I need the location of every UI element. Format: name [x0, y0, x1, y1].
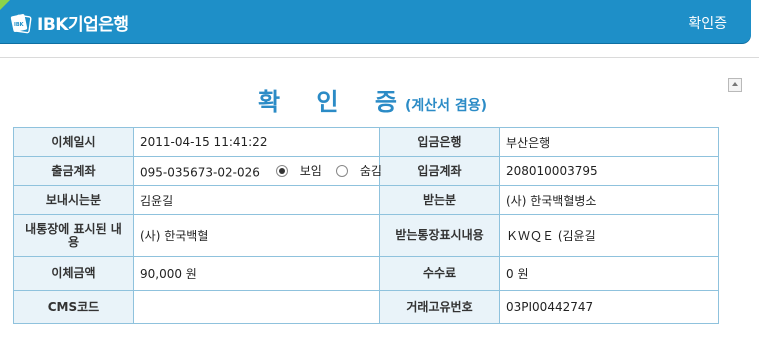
label-cms-code: CMS코드	[13, 290, 134, 324]
header-divider	[0, 57, 759, 58]
value-my-memo: (사) 한국백혈	[133, 214, 380, 257]
label-amount: 이체금액	[13, 256, 134, 291]
label-recipient-memo: 받는통장표시내용	[379, 214, 500, 257]
show-hide-options: 보임 숨김	[275, 162, 382, 179]
label-sender: 보내시는분	[13, 185, 134, 215]
scroll-up-arrow-icon[interactable]	[728, 78, 742, 92]
corner-mark	[0, 0, 10, 10]
value-withdraw-account: 095-035673-02-026	[140, 165, 260, 180]
show-radio-label[interactable]: 보임	[300, 162, 322, 179]
value-sender: 김윤길	[133, 185, 380, 215]
value-deposit-account: 208010003795	[499, 156, 719, 186]
label-withdraw-account: 출금계좌	[13, 156, 134, 186]
withdraw-account-cell: 095-035673-02-026 보임 숨김	[133, 156, 382, 186]
value-cms-code	[133, 290, 380, 324]
value-amount: 90,000 원	[133, 256, 380, 291]
hide-radio-label[interactable]: 숨김	[360, 162, 382, 179]
document-title: 확 인 증 (계산서 겸용)	[258, 82, 487, 117]
label-my-memo: 내통장에 표시된 내용	[13, 214, 134, 257]
table-row: CMS코드 거래고유번호 03PI00442747	[13, 290, 719, 324]
header-bar: IBK IBK기업은행 확인증	[0, 0, 751, 43]
bank-name: IBK기업은행	[37, 15, 129, 35]
value-recipient-memo: ＫＷＱＥ (김윤길	[499, 214, 719, 257]
table-row: 이체금액 90,000 원 수수료 0 원	[13, 256, 719, 291]
transfer-info-table: 이체일시 2011-04-15 11:41:22 입금은행 부산은행 출금계좌 …	[13, 127, 719, 324]
document-title-sub: (계산서 겸용)	[404, 98, 488, 114]
bank-logo: IBK IBK기업은행	[10, 10, 129, 35]
label-fee: 수수료	[379, 256, 500, 291]
label-transfer-date: 이체일시	[13, 127, 134, 157]
label-recipient: 받는분	[379, 185, 500, 215]
hide-radio[interactable]	[335, 164, 348, 177]
document-title-main: 확 인 증	[258, 88, 411, 116]
label-deposit-account: 입금계좌	[379, 156, 500, 186]
header-title: 확인증	[688, 16, 727, 32]
table-row: 내통장에 표시된 내용 (사) 한국백혈 받는통장표시내용 ＫＷＱＥ (김윤길	[13, 214, 719, 257]
table-row: 이체일시 2011-04-15 11:41:22 입금은행 부산은행	[13, 127, 719, 157]
table-row: 보내시는분 김윤길 받는분 (사) 한국백혈병소	[13, 185, 719, 215]
label-transaction-id: 거래고유번호	[379, 290, 500, 324]
value-recipient: (사) 한국백혈병소	[499, 185, 719, 215]
value-transfer-date: 2011-04-15 11:41:22	[133, 127, 380, 157]
value-deposit-bank: 부산은행	[499, 127, 719, 157]
svg-text:IBK: IBK	[14, 22, 25, 28]
value-transaction-id: 03PI00442747	[499, 290, 719, 324]
label-deposit-bank: 입금은행	[379, 127, 500, 157]
value-fee: 0 원	[499, 256, 719, 291]
show-radio[interactable]	[275, 164, 288, 177]
table-row: 출금계좌 095-035673-02-026 보임 숨김 입금계좌 208010…	[13, 156, 719, 186]
ibk-logo-icon: IBK	[10, 13, 32, 33]
